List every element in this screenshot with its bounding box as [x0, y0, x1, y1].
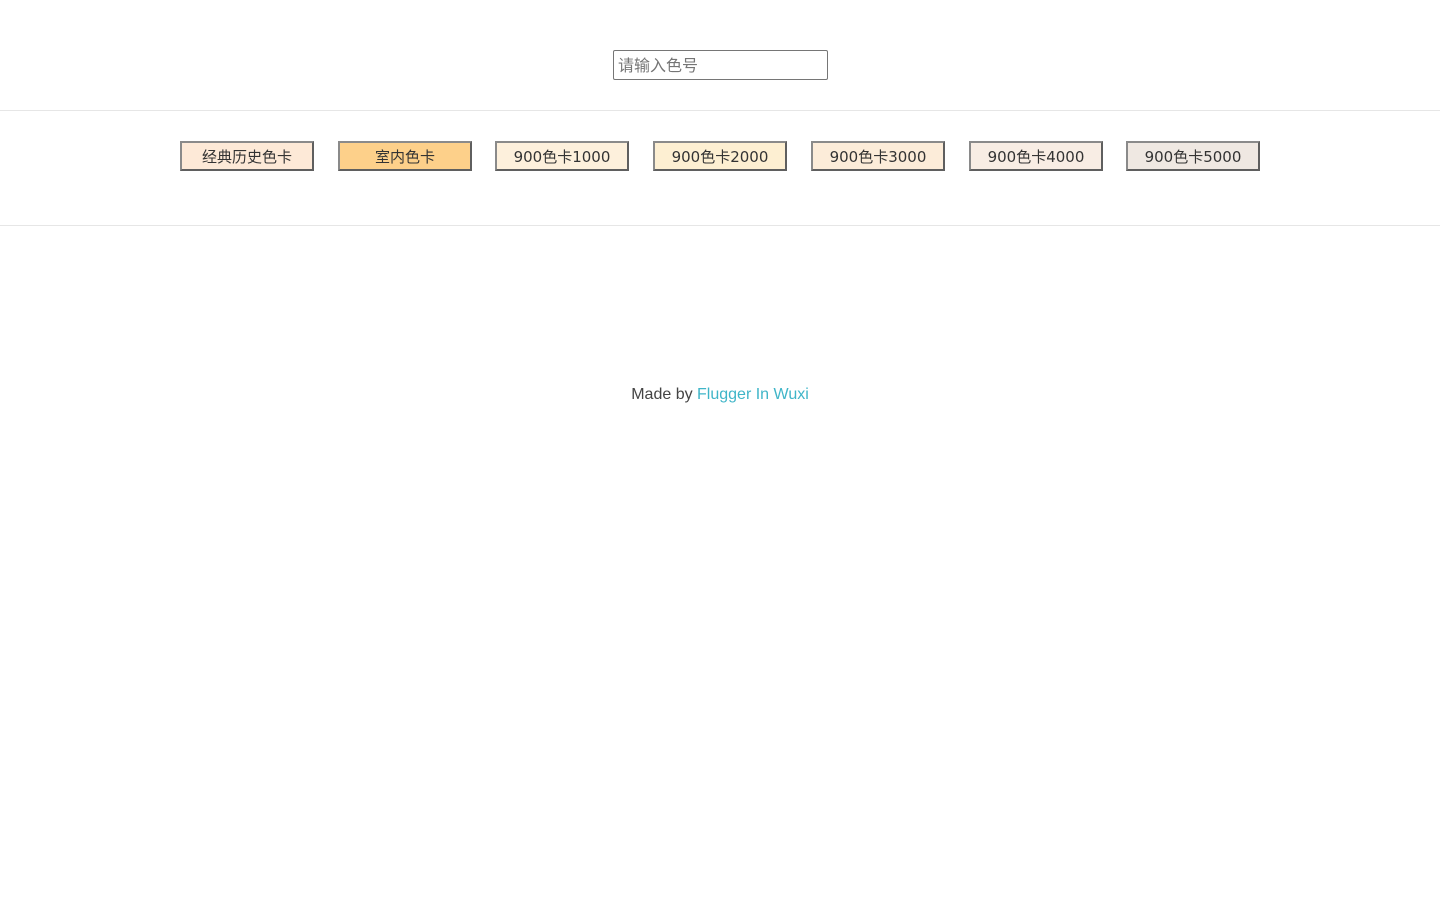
tab-900-card-4000[interactable]: 900色卡4000	[969, 141, 1103, 171]
tab-interior-card[interactable]: 室内色卡	[338, 141, 472, 171]
footer-author-link[interactable]: Flugger In Wuxi	[697, 386, 809, 403]
color-card-tabs: 经典历史色卡 室内色卡 900色卡1000 900色卡2000 900色卡300…	[0, 111, 1440, 226]
tab-900-card-5000[interactable]: 900色卡5000	[1126, 141, 1260, 171]
footer-prefix: Made by	[631, 386, 698, 403]
footer-credit: Made by Flugger In Wuxi	[0, 386, 1440, 404]
tab-classic-history-card[interactable]: 经典历史色卡	[180, 141, 314, 171]
tab-900-card-3000[interactable]: 900色卡3000	[811, 141, 945, 171]
search-section	[0, 0, 1440, 111]
color-code-search-input[interactable]	[613, 50, 828, 80]
tab-900-card-2000[interactable]: 900色卡2000	[653, 141, 787, 171]
tab-900-card-1000[interactable]: 900色卡1000	[495, 141, 629, 171]
